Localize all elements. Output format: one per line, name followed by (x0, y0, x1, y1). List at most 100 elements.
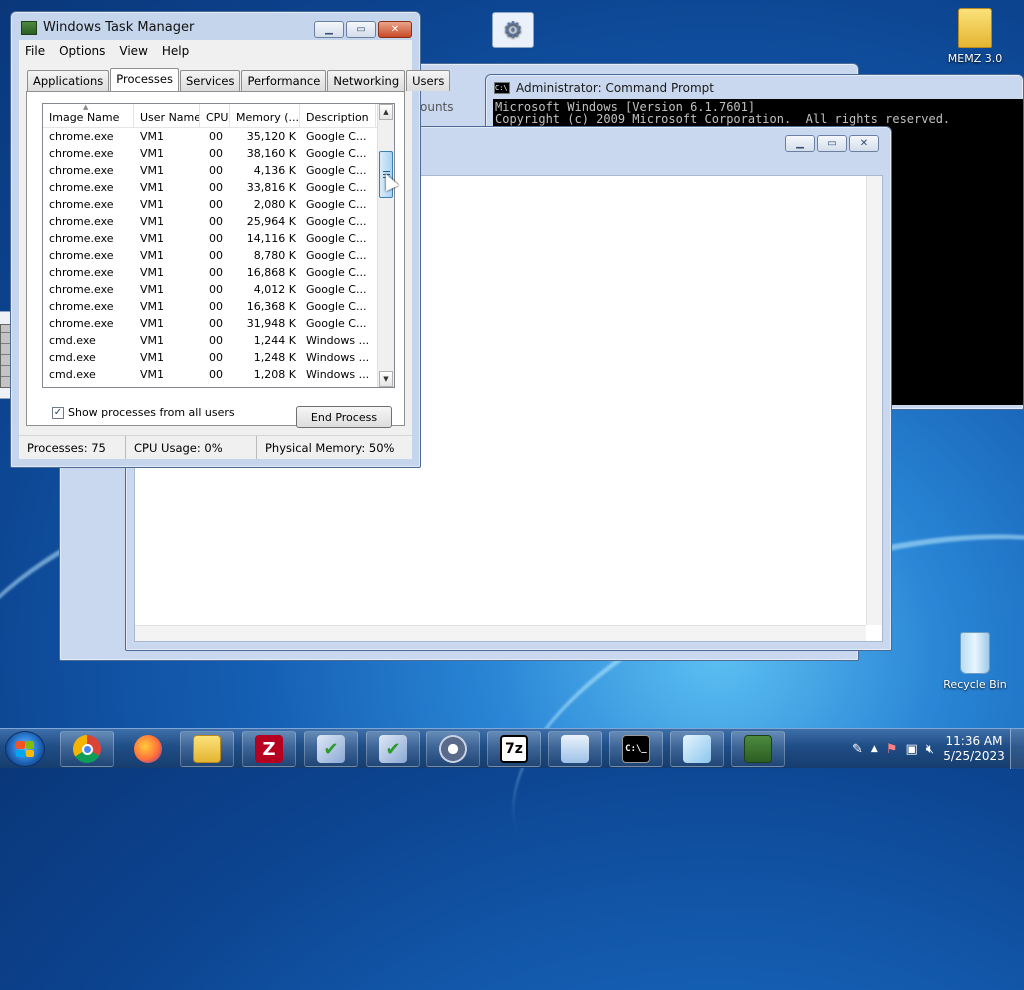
process-cpu: 00 (209, 266, 223, 279)
process-description: Google C... (306, 249, 367, 262)
process-row[interactable]: chrome.exe VM1 00 2,080 K Google C... (43, 196, 394, 213)
process-memory: 14,116 K (246, 232, 296, 245)
desktop-icon-recycle-bin[interactable]: Recycle Bin (940, 632, 1010, 691)
taskbar-filezilla[interactable]: Z (242, 731, 296, 767)
close-button[interactable]: ✕ (849, 135, 879, 152)
process-row[interactable]: chrome.exe VM1 00 16,368 K Google C... (43, 298, 394, 315)
process-user: VM1 (140, 368, 165, 381)
process-list[interactable]: ▲ Image Name User Name CPU Memory (... De… (42, 103, 395, 388)
desktop-icon-label: Recycle Bin (943, 678, 1007, 691)
column-image-name[interactable]: ▲ Image Name (43, 104, 134, 127)
task-manager-window[interactable]: Windows Task Manager ▁ ▭ ✕ File Options … (10, 11, 451, 468)
process-row[interactable]: chrome.exe VM1 00 16,868 K Google C... (43, 264, 394, 281)
chevron-up-icon[interactable]: ▲ (871, 744, 878, 754)
maximize-button[interactable]: ▭ (817, 135, 847, 152)
process-cpu: 00 (209, 283, 223, 296)
explorer-icon (193, 735, 221, 763)
action-center-icon[interactable]: ⚑ (886, 742, 898, 757)
process-row[interactable]: chrome.exe VM1 00 38,160 K Google C... (43, 145, 394, 162)
taskbar-chrome[interactable] (60, 731, 114, 767)
process-cpu: 00 (209, 300, 223, 313)
taskbar-installer-2[interactable]: ✔ (366, 731, 420, 767)
menu-file[interactable]: File (25, 44, 45, 58)
tab-users[interactable]: Users (406, 70, 451, 91)
menu-view[interactable]: View (119, 44, 147, 58)
start-button[interactable] (5, 731, 45, 767)
pen-input-icon[interactable]: ✎ (852, 742, 863, 757)
task-manager-title-bar[interactable]: Windows Task Manager (21, 20, 194, 35)
process-memory: 31,948 K (246, 317, 296, 330)
process-row[interactable]: chrome.exe VM1 00 4,012 K Google C... (43, 281, 394, 298)
process-row[interactable]: chrome.exe VM1 00 8,780 K Google C... (43, 247, 394, 264)
process-row[interactable]: cmd.exe VM1 00 1,208 K Windows ... (43, 366, 394, 383)
column-user-name[interactable]: User Name (134, 104, 200, 127)
process-row[interactable]: chrome.exe VM1 00 25,964 K Google C... (43, 213, 394, 230)
show-all-users-toggle[interactable]: ✓ Show processes from all users (52, 406, 235, 419)
column-description[interactable]: Description (300, 104, 376, 127)
maximize-button[interactable]: ▭ (346, 21, 376, 38)
desktop-icon-memz[interactable]: MEMZ 3.0 (940, 8, 1010, 65)
taskbar-cmd[interactable]: C:\_ (609, 731, 663, 767)
menu-options[interactable]: Options (59, 44, 105, 58)
process-cpu: 00 (209, 215, 223, 228)
close-button[interactable]: ✕ (378, 21, 412, 38)
desktop-icon-settings[interactable]: ⚙ (478, 12, 548, 48)
process-name: chrome.exe (49, 198, 114, 211)
column-memory[interactable]: Memory (... (230, 104, 300, 127)
control-panel-icon (561, 735, 589, 763)
show-all-users-checkbox[interactable]: ✓ (52, 406, 64, 419)
process-row[interactable]: chrome.exe VM1 00 35,120 K Google C... (43, 128, 394, 145)
scroll-up-arrow-icon[interactable]: ▲ (379, 104, 393, 120)
process-row[interactable]: cmd.exe VM1 00 1,244 K Windows ... (43, 332, 394, 349)
process-memory: 4,012 K (253, 283, 296, 296)
end-process-button[interactable]: End Process (296, 406, 392, 428)
taskbar-control-panel[interactable] (548, 731, 602, 767)
process-name: cmd.exe (49, 368, 96, 381)
process-user: VM1 (140, 317, 165, 330)
taskbar-notepad[interactable] (670, 731, 724, 767)
scroll-down-arrow-icon[interactable]: ▼ (379, 371, 393, 387)
task-manager-body: Applications Processes Services Performa… (19, 61, 451, 459)
tab-services[interactable]: Services (179, 70, 241, 91)
menu-help[interactable]: Help (162, 44, 189, 58)
horizontal-scrollbar[interactable] (135, 625, 866, 641)
taskbar-media-player[interactable] (426, 731, 480, 767)
tab-processes[interactable]: Processes (110, 68, 179, 91)
process-list-scrollbar[interactable]: ▲ ▼ (377, 104, 394, 387)
process-row[interactable]: cmd.exe VM1 00 1,248 K Windows ... (43, 349, 394, 366)
process-memory: 33,816 K (246, 181, 296, 194)
clock[interactable]: 11:36 AM 5/25/2023 (938, 734, 1010, 764)
process-description: Google C... (306, 300, 367, 313)
taskbar: Z ✔ ✔ 7z C:\_ ✎ ▲ ⚑ ▣ 🔇︎ 11:36 AM 5/25/2… (0, 728, 1024, 769)
cmd-title: Administrator: Command Prompt (516, 81, 714, 95)
process-row[interactable]: chrome.exe VM1 00 4,136 K Google C... (43, 162, 394, 179)
process-user: VM1 (140, 300, 165, 313)
volume-muted-icon[interactable]: 🔇︎ (926, 742, 934, 757)
network-icon[interactable]: ▣ (906, 742, 918, 757)
process-row[interactable]: chrome.exe VM1 00 31,948 K Google C... (43, 315, 394, 332)
process-description: Google C... (306, 164, 367, 177)
tab-networking[interactable]: Networking (327, 70, 406, 91)
taskbar-task-manager[interactable] (731, 731, 785, 767)
firefox-icon (134, 735, 162, 763)
taskbar-explorer[interactable] (180, 731, 234, 767)
taskbar-installer[interactable]: ✔ (304, 731, 358, 767)
cmd-title-bar[interactable]: C:\ Administrator: Command Prompt (494, 81, 714, 95)
tab-applications[interactable]: Applications (27, 70, 110, 91)
cmd-icon: C:\ (494, 82, 510, 94)
taskbar-7zip[interactable]: 7z (487, 731, 541, 767)
column-cpu[interactable]: CPU (200, 104, 230, 127)
taskbar-firefox[interactable] (121, 731, 175, 767)
process-row[interactable]: chrome.exe VM1 00 14,116 K Google C... (43, 230, 394, 247)
minimize-button[interactable]: ▁ (314, 21, 344, 38)
show-all-users-label: Show processes from all users (68, 406, 235, 419)
process-description: Windows ... (306, 368, 370, 381)
minimize-button[interactable]: ▁ (785, 135, 815, 152)
maximize-icon: ▭ (827, 138, 837, 149)
process-name: chrome.exe (49, 181, 114, 194)
tab-performance[interactable]: Performance (241, 70, 327, 91)
process-cpu: 00 (209, 317, 223, 330)
show-desktop-button[interactable] (1010, 729, 1024, 769)
process-row[interactable]: chrome.exe VM1 00 33,816 K Google C... (43, 179, 394, 196)
vertical-scrollbar[interactable] (866, 176, 882, 625)
